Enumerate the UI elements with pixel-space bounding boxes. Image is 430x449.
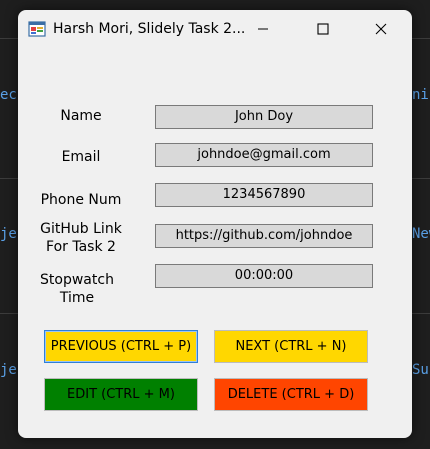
github-link-field[interactable]: https://github.com/johndoe bbox=[155, 224, 373, 248]
minimize-button[interactable] bbox=[240, 10, 286, 48]
email-field[interactable]: johndoe@gmail.com bbox=[155, 143, 373, 167]
background-text: je bbox=[0, 226, 17, 242]
maximize-icon bbox=[317, 23, 329, 35]
stopwatch-label-line1: Stopwatch bbox=[40, 272, 114, 288]
window-title: Harsh Mori, Slidely Task 2... bbox=[53, 21, 246, 37]
background-text: nis bbox=[412, 87, 430, 103]
stopwatch-time-field[interactable]: 00:00:00 bbox=[155, 264, 373, 288]
github-label-line1: GitHub Link bbox=[40, 221, 122, 237]
edit-button[interactable]: EDIT (CTRL + M) bbox=[44, 378, 198, 411]
email-label: Email bbox=[61, 149, 101, 165]
background-text: Sub bbox=[412, 362, 430, 378]
app-window: Harsh Mori, Slidely Task 2... Name Email… bbox=[18, 10, 412, 438]
github-label: GitHub Link For Task 2 bbox=[36, 220, 126, 256]
phone-field[interactable]: 1234567890 bbox=[155, 183, 373, 207]
app-icon bbox=[28, 21, 46, 37]
delete-button[interactable]: DELETE (CTRL + D) bbox=[214, 378, 368, 411]
close-button[interactable] bbox=[358, 10, 404, 48]
maximize-button[interactable] bbox=[300, 10, 346, 48]
previous-button[interactable]: PREVIOUS (CTRL + P) bbox=[44, 330, 198, 363]
name-label: Name bbox=[60, 108, 102, 124]
background-text: je bbox=[0, 362, 17, 378]
close-icon bbox=[375, 23, 387, 35]
stopwatch-label-line2: Time bbox=[59, 290, 95, 306]
next-button[interactable]: NEXT (CTRL + N) bbox=[214, 330, 368, 363]
phone-label: Phone Num bbox=[40, 192, 122, 208]
minimize-icon bbox=[258, 28, 268, 30]
background-text: New bbox=[412, 226, 430, 242]
github-label-line2: For Task 2 bbox=[46, 239, 116, 255]
background-text: ec bbox=[0, 87, 17, 103]
title-bar[interactable]: Harsh Mori, Slidely Task 2... bbox=[18, 10, 412, 48]
stopwatch-label: Stopwatch Time bbox=[32, 271, 122, 307]
name-field[interactable]: John Doy bbox=[155, 105, 373, 129]
